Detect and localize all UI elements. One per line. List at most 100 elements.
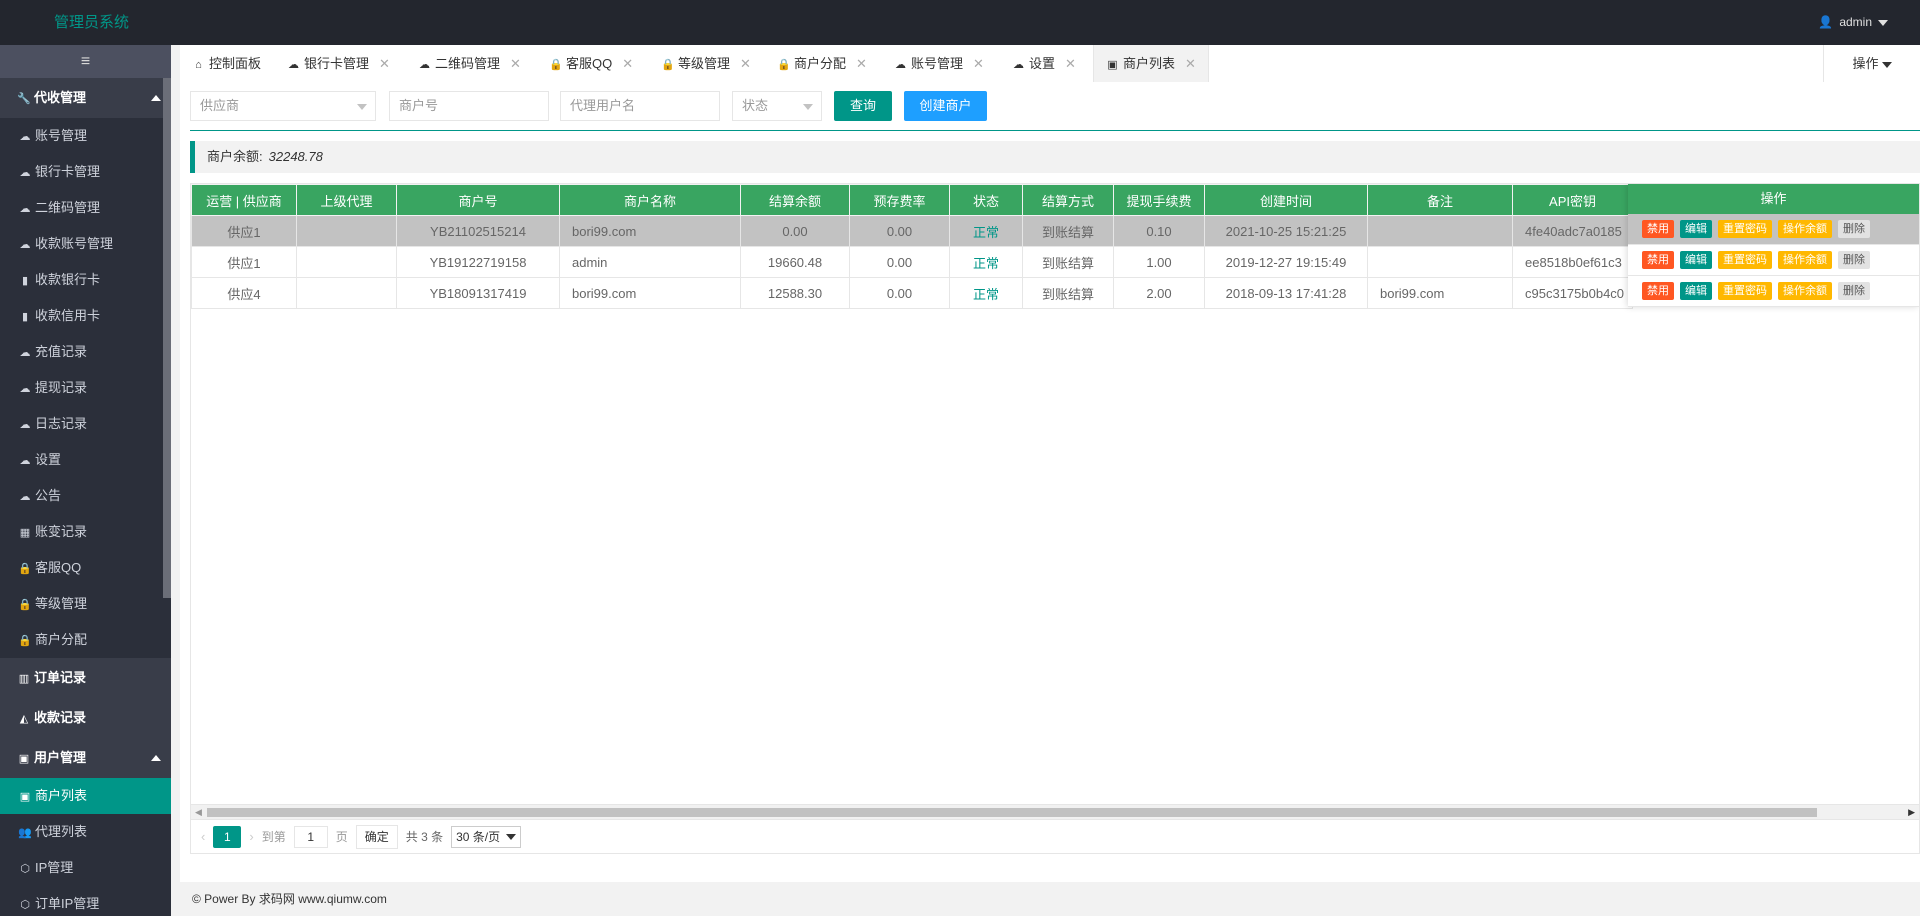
- sidebar-toggle-button[interactable]: ≡: [0, 45, 171, 78]
- column-header[interactable]: 结算方式: [1022, 184, 1114, 216]
- edit-button[interactable]: 编辑: [1680, 251, 1712, 269]
- sidebar-item-collect-bankcard[interactable]: ▮ 收款银行卡: [0, 262, 171, 298]
- agent-username-input[interactable]: 代理用户名: [560, 91, 720, 121]
- sidebar-item-qrcode[interactable]: ☁ 二维码管理: [0, 190, 171, 226]
- disable-button[interactable]: 禁用: [1642, 282, 1674, 300]
- merchant-no-input[interactable]: 商户号: [389, 91, 549, 121]
- sidebar-item-label: 银行卡管理: [35, 164, 101, 179]
- sidebar-item-order-record[interactable]: ▥ 订单记录: [0, 658, 171, 698]
- close-icon[interactable]: ✕: [973, 56, 984, 71]
- cell-agent: [296, 246, 397, 278]
- sidebar-item-service-qq[interactable]: 🔒 客服QQ: [0, 550, 171, 586]
- tab-dashboard[interactable]: ⌂ 控制面板: [192, 45, 261, 82]
- sidebar-item-bankcard[interactable]: ☁ 银行卡管理: [0, 154, 171, 190]
- tab-bankcard[interactable]: ☁ 银行卡管理 ✕: [287, 45, 390, 82]
- sidebar-item-collect-account[interactable]: ☁ 收款账号管理: [0, 226, 171, 262]
- status-select[interactable]: 状态: [732, 91, 822, 121]
- sidebar-item-label: 账号管理: [35, 128, 88, 143]
- edit-button[interactable]: 编辑: [1680, 220, 1712, 238]
- column-header[interactable]: 结算余额: [740, 184, 850, 216]
- reset-password-button[interactable]: 重置密码: [1718, 251, 1772, 269]
- merchant-no-placeholder: 商户号: [399, 98, 439, 113]
- column-header[interactable]: 提现手续费: [1113, 184, 1205, 216]
- column-header[interactable]: 上级代理: [296, 184, 397, 216]
- sidebar-item-level[interactable]: 🔒 等级管理: [0, 586, 171, 622]
- sidebar-item-log[interactable]: ☁ 日志记录: [0, 406, 171, 442]
- table-row[interactable]: 供应4 YB18091317419 bori99.com 12588.30 0.…: [191, 277, 1634, 309]
- cell-merchant-name: bori99.com: [559, 277, 741, 309]
- close-icon[interactable]: ✕: [510, 56, 521, 71]
- delete-button[interactable]: 删除: [1838, 282, 1870, 300]
- next-page-button[interactable]: ›: [249, 829, 253, 844]
- sidebar-item-merchant-list[interactable]: ▣ 商户列表: [0, 778, 171, 814]
- horizontal-scrollbar[interactable]: ◀ ▶: [191, 804, 1919, 819]
- goto-confirm-button[interactable]: 确定: [355, 824, 398, 849]
- close-icon[interactable]: ✕: [622, 56, 633, 71]
- table-row[interactable]: 供应1 YB19122719158 admin 19660.48 0.00 正常…: [191, 246, 1634, 278]
- cell-api-key: ee8518b0ef61c3: [1511, 246, 1634, 278]
- sidebar-item-notice[interactable]: ☁ 公告: [0, 478, 171, 514]
- sidebar-item-label: 账变记录: [35, 524, 88, 539]
- sidebar-item-payment-record[interactable]: ◭ 收款记录: [0, 698, 171, 738]
- sidebar-item-ip[interactable]: ⬡ IP管理: [0, 850, 171, 886]
- supplier-select[interactable]: 供应商: [190, 91, 376, 121]
- operate-balance-button[interactable]: 操作余额: [1778, 220, 1832, 238]
- reset-password-button[interactable]: 重置密码: [1718, 282, 1772, 300]
- tab-merchant-assign[interactable]: 🔒 商户分配 ✕: [777, 45, 867, 82]
- tab-account[interactable]: ☁ 账号管理 ✕: [894, 45, 984, 82]
- sidebar-scrollbar[interactable]: [163, 78, 171, 598]
- table-row[interactable]: 供应1 YB21102515214 bori99.com 0.00 0.00 正…: [191, 215, 1634, 247]
- tab-level[interactable]: 🔒 等级管理 ✕: [661, 45, 751, 82]
- close-icon[interactable]: ✕: [740, 56, 751, 71]
- close-icon[interactable]: ✕: [1185, 56, 1196, 71]
- sidebar-item-agent-list[interactable]: 👥 代理列表: [0, 814, 171, 850]
- column-header[interactable]: 状态: [949, 184, 1023, 216]
- tab-qrcode[interactable]: ☁ 二维码管理 ✕: [418, 45, 521, 82]
- close-icon[interactable]: ✕: [1065, 56, 1076, 71]
- sidebar-item-recharge[interactable]: ☁ 充值记录: [0, 334, 171, 370]
- sidebar-item-settings[interactable]: ☁ 设置: [0, 442, 171, 478]
- operate-balance-button[interactable]: 操作余额: [1778, 251, 1832, 269]
- column-header[interactable]: 运营 | 供应商: [191, 184, 297, 216]
- tab-operations-menu[interactable]: 操作: [1823, 45, 1920, 82]
- scroll-right-icon[interactable]: ▶: [1908, 807, 1915, 818]
- column-header[interactable]: 商户号: [396, 184, 560, 216]
- disable-button[interactable]: 禁用: [1642, 251, 1674, 269]
- page-size-select[interactable]: 30 条/页: [451, 825, 522, 848]
- merchant-balance-bar: 商户余额: 32248.78: [190, 141, 1920, 173]
- sidebar-item-ledger[interactable]: ▦ 账变记录: [0, 514, 171, 550]
- scrollbar-thumb[interactable]: [207, 808, 1817, 817]
- scroll-left-icon[interactable]: ◀: [195, 807, 202, 818]
- column-header[interactable]: 创建时间: [1204, 184, 1368, 216]
- column-header[interactable]: API密钥: [1511, 184, 1634, 216]
- disable-button[interactable]: 禁用: [1642, 220, 1674, 238]
- column-header[interactable]: 备注: [1367, 184, 1513, 216]
- tab-service-qq[interactable]: 🔒 客服QQ ✕: [549, 45, 633, 82]
- tab-merchant-list[interactable]: ▣ 商户列表 ✕: [1093, 45, 1209, 82]
- column-header[interactable]: 商户名称: [559, 184, 741, 216]
- column-header[interactable]: 预存费率: [849, 184, 950, 216]
- goto-page-input[interactable]: 1: [293, 825, 328, 848]
- sidebar-group-users[interactable]: ▣ 用户管理: [0, 738, 171, 778]
- delete-button[interactable]: 删除: [1838, 251, 1870, 269]
- operate-balance-button[interactable]: 操作余额: [1778, 282, 1832, 300]
- sidebar-item-order-ip[interactable]: ⬡ 订单IP管理: [0, 886, 171, 916]
- query-button[interactable]: 查询: [834, 91, 892, 121]
- cloud-icon: ☁: [288, 59, 299, 71]
- user-card-icon: ▣: [18, 753, 30, 765]
- close-icon[interactable]: ✕: [379, 56, 390, 71]
- sidebar-item-collect-creditcard[interactable]: ▮ 收款信用卡: [0, 298, 171, 334]
- delete-button[interactable]: 删除: [1838, 220, 1870, 238]
- sidebar-item-account[interactable]: ☁ 账号管理: [0, 118, 171, 154]
- prev-page-button[interactable]: ‹: [201, 829, 205, 844]
- reset-password-button[interactable]: 重置密码: [1718, 220, 1772, 238]
- edit-button[interactable]: 编辑: [1680, 282, 1712, 300]
- tab-settings[interactable]: ☁ 设置 ✕: [1012, 45, 1076, 82]
- current-page-button[interactable]: 1: [213, 825, 242, 848]
- sidebar-item-withdraw[interactable]: ☁ 提现记录: [0, 370, 171, 406]
- sidebar-group-collect[interactable]: 🔧 代收管理: [0, 78, 171, 118]
- sidebar-item-merchant-assign[interactable]: 🔒 商户分配: [0, 622, 171, 658]
- close-icon[interactable]: ✕: [856, 56, 867, 71]
- create-merchant-button[interactable]: 创建商户: [904, 91, 987, 121]
- user-menu[interactable]: 👤 admin: [1818, 0, 1888, 45]
